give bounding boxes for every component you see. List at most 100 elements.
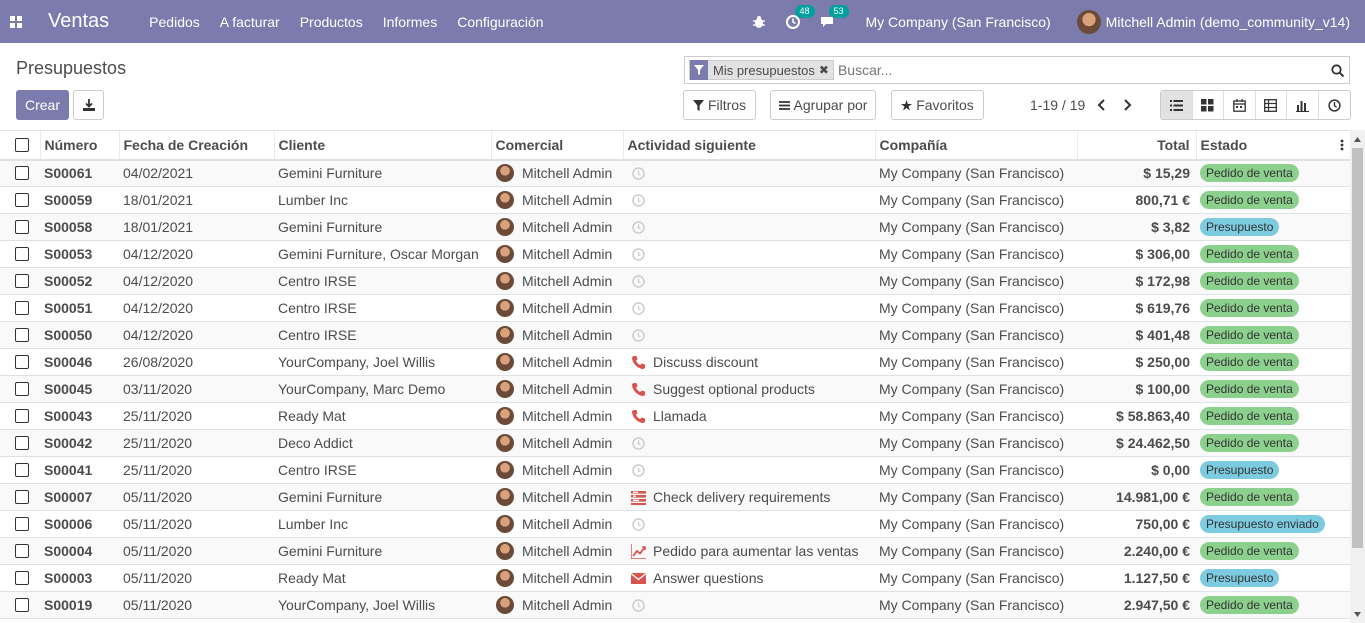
menu-informes[interactable]: Informes <box>383 14 437 30</box>
row-select-cell[interactable] <box>0 214 40 241</box>
group-by-button[interactable]: Agrupar por <box>770 90 876 120</box>
row-checkbox[interactable] <box>15 166 29 181</box>
activity-cell[interactable] <box>623 295 875 322</box>
company-switcher[interactable]: My Company (San Francisco) <box>866 14 1051 30</box>
clock-icon[interactable] <box>629 435 647 451</box>
table-row[interactable]: S00050 04/12/2020 Centro IRSE Mitchell Admi… <box>0 321 1350 349</box>
activity-cell[interactable]: Pedido para aumentar las ventas <box>623 538 875 565</box>
row-select-cell[interactable] <box>0 484 40 511</box>
row-checkbox[interactable] <box>15 274 29 288</box>
column-header-fecha[interactable]: Fecha de Creación <box>119 130 275 160</box>
pager-previous-icon[interactable] <box>1093 96 1109 114</box>
row-select-cell[interactable] <box>0 565 40 592</box>
row-select-cell[interactable] <box>0 457 40 484</box>
activity-cell[interactable] <box>623 322 875 349</box>
column-header-actividad[interactable]: Actividad siguiente <box>623 130 876 160</box>
column-header-numero[interactable]: Número <box>40 130 120 160</box>
clock-icon[interactable] <box>629 327 647 343</box>
column-header-compania[interactable]: Compañía <box>875 130 1078 160</box>
row-checkbox[interactable] <box>15 301 29 315</box>
bug-icon[interactable] <box>752 15 766 29</box>
row-checkbox[interactable] <box>15 571 29 585</box>
column-header-estado[interactable]: Estado <box>1196 131 1350 160</box>
export-button[interactable] <box>73 90 104 120</box>
table-row[interactable]: S00046 26/08/2020 YourCompany, Joel Willis… <box>0 349 1350 376</box>
activity-cell[interactable]: Discuss discount <box>623 349 875 376</box>
filters-button[interactable]: Filtros <box>683 90 756 120</box>
clock-icon[interactable] <box>629 165 647 181</box>
activity-cell[interactable] <box>623 241 875 268</box>
row-checkbox[interactable] <box>15 463 29 477</box>
row-select-cell[interactable] <box>0 268 40 295</box>
menu-configuracion[interactable]: Configuración <box>457 14 543 30</box>
row-select-cell[interactable] <box>0 592 40 619</box>
optional-columns-icon[interactable] <box>1340 139 1344 151</box>
search-input[interactable] <box>837 62 1325 78</box>
activity-cell[interactable] <box>623 430 875 457</box>
row-select-cell[interactable] <box>0 160 40 187</box>
table-row[interactable]: S00059 18/01/2021 Lumber Inc Mitchell Admin… <box>0 187 1350 214</box>
menu-pedidos[interactable]: Pedidos <box>149 14 200 30</box>
list-view-icon[interactable] <box>1161 91 1193 119</box>
vertical-scrollbar[interactable] <box>1350 130 1365 623</box>
phone-icon[interactable] <box>629 381 647 397</box>
activity-cell[interactable] <box>623 592 875 619</box>
activity-cell[interactable] <box>623 268 875 295</box>
activity-cell[interactable]: Suggest optional products <box>623 376 875 403</box>
chat-icon[interactable]: 53 <box>820 4 849 29</box>
table-row[interactable]: S00043 25/11/2020 Ready Mat Mitchell Admin L… <box>0 403 1350 430</box>
select-all-cell[interactable] <box>0 130 41 160</box>
table-row[interactable]: S00058 18/01/2021 Gemini Furniture Mitchell… <box>0 213 1350 241</box>
row-select-cell[interactable] <box>0 403 40 430</box>
table-row[interactable]: S00019 05/11/2020 YourCompany, Joel Willis… <box>0 591 1350 619</box>
scroll-up-icon[interactable] <box>1350 132 1365 146</box>
table-row[interactable]: S00045 03/11/2020 YourCompany, Marc Demo Mi… <box>0 375 1350 403</box>
table-row[interactable]: S00042 25/11/2020 Deco Addict Mitchell Admi… <box>0 429 1350 457</box>
phone-icon[interactable] <box>629 354 647 370</box>
column-header-cliente[interactable]: Cliente <box>274 130 492 160</box>
row-checkbox[interactable] <box>15 436 29 450</box>
table-row[interactable]: S00006 05/11/2020 Lumber Inc Mitchell Admin… <box>0 511 1350 538</box>
create-button[interactable]: Crear <box>16 90 69 120</box>
row-checkbox[interactable] <box>15 517 29 531</box>
row-checkbox[interactable] <box>15 247 29 261</box>
row-checkbox[interactable] <box>15 490 29 504</box>
menu-productos[interactable]: Productos <box>300 14 363 30</box>
activity-cell[interactable]: Check delivery requirements <box>623 484 875 511</box>
table-row[interactable]: S00051 04/12/2020 Centro IRSE Mitchell Admi… <box>0 295 1350 322</box>
tasks-icon[interactable] <box>629 489 647 505</box>
row-checkbox[interactable] <box>15 409 29 423</box>
clock-icon[interactable] <box>629 192 647 208</box>
menu-a-facturar[interactable]: A facturar <box>220 14 280 30</box>
row-select-cell[interactable] <box>0 376 40 403</box>
clock-icon[interactable] <box>629 273 647 289</box>
activity-cell[interactable] <box>623 214 875 241</box>
activity-cell[interactable]: Llamada <box>623 403 875 430</box>
row-select-cell[interactable] <box>0 295 40 322</box>
clock-icon[interactable] <box>629 597 647 613</box>
table-row[interactable]: S00003 05/11/2020 Ready Mat Mitchell Admin A… <box>0 565 1350 592</box>
pager-value[interactable]: 1-19 / 19 <box>1030 97 1085 113</box>
table-row[interactable]: S00053 04/12/2020 Gemini Furniture, Oscar … <box>0 241 1350 268</box>
table-row[interactable]: S00007 05/11/2020 Gemini Furniture Mitchell… <box>0 483 1350 511</box>
row-checkbox[interactable] <box>15 598 29 612</box>
calendar-view-icon[interactable] <box>1224 91 1256 119</box>
row-checkbox[interactable] <box>15 193 29 207</box>
clock-icon[interactable] <box>629 246 647 262</box>
row-checkbox[interactable] <box>15 328 29 342</box>
activity-view-icon[interactable] <box>1319 91 1351 119</box>
select-all-checkbox[interactable] <box>15 137 29 152</box>
row-checkbox[interactable] <box>15 220 29 234</box>
clock-icon[interactable] <box>629 462 647 478</box>
app-name[interactable]: Ventas <box>48 10 109 33</box>
favorites-button[interactable]: Favoritos <box>891 90 984 120</box>
kanban-view-icon[interactable] <box>1193 91 1224 119</box>
row-select-cell[interactable] <box>0 511 40 538</box>
row-select-cell[interactable] <box>0 322 40 349</box>
activity-cell[interactable]: Answer questions <box>623 565 875 592</box>
column-header-comercial[interactable]: Comercial <box>491 130 624 160</box>
pivot-view-icon[interactable] <box>1256 91 1287 119</box>
column-header-total[interactable]: Total <box>1077 130 1197 160</box>
search-icon[interactable] <box>1325 63 1349 77</box>
table-row[interactable]: S00041 25/11/2020 Centro IRSE Mitchell Admi… <box>0 457 1350 484</box>
